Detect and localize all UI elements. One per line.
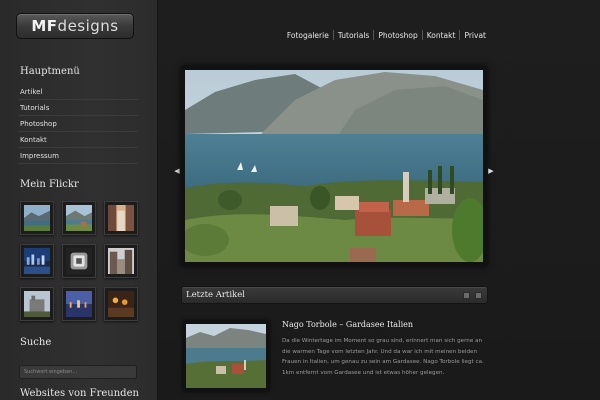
featured-slider[interactable]	[181, 66, 487, 266]
article-title[interactable]: Nago Torbole – Gardasee Italien	[282, 320, 413, 329]
flickr-grid	[20, 201, 138, 321]
latest-articles-heading: Letzte Artikel	[186, 290, 245, 300]
castle-ruin-image	[24, 291, 50, 317]
lake-mountains-image	[66, 205, 92, 231]
nago-torbole-image	[186, 324, 266, 388]
main-menu: Artikel Tutorials Photoshop Kontakt Impr…	[18, 84, 138, 164]
nav-fotogalerie[interactable]: Fotogalerie	[283, 31, 333, 40]
flickr-thumb[interactable]	[62, 287, 96, 321]
canyon-street-image	[108, 205, 134, 231]
flickr-thumb[interactable]	[20, 201, 54, 235]
main-menu-heading: Hauptmenü	[20, 66, 80, 77]
menu-item-tutorials[interactable]: Tutorials	[18, 100, 138, 116]
main-content: Fotogalerie Tutorials Photoshop Kontakt …	[158, 0, 600, 400]
latest-articles-bar: Letzte Artikel	[181, 286, 488, 304]
search-input[interactable]	[19, 365, 137, 379]
nav-kontakt[interactable]: Kontakt	[423, 31, 460, 40]
lake-landscape-image	[24, 205, 50, 231]
sidebar: MF designs Hauptmenü Artikel Tutorials Ph…	[0, 0, 158, 400]
arrow-right-icon[interactable]: ▶	[487, 166, 495, 176]
flickr-thumb[interactable]	[20, 244, 54, 278]
flickr-thumb[interactable]	[20, 287, 54, 321]
city-skyline-night-image	[24, 248, 50, 274]
logo-part-mf: MF	[31, 17, 58, 35]
friends-heading: Websites von Freunden	[20, 388, 139, 399]
city-dusk-image	[66, 291, 92, 317]
nav-photoshop[interactable]: Photoshop	[374, 31, 421, 40]
flickr-heading: Mein Flickr	[20, 179, 79, 190]
article-thumbnail[interactable]	[183, 321, 269, 391]
search-heading: Suche	[20, 337, 52, 348]
logo-part-designs: designs	[57, 17, 119, 35]
flickr-thumb[interactable]	[62, 244, 96, 278]
site-logo[interactable]: MF designs	[16, 13, 134, 39]
menu-item-impressum[interactable]: Impressum	[18, 148, 138, 164]
tunnel-interior-image	[66, 248, 92, 274]
flickr-thumb[interactable]	[104, 287, 138, 321]
menu-item-photoshop[interactable]: Photoshop	[18, 116, 138, 132]
lake-garda-village-image	[185, 70, 483, 262]
street-buildings-image	[108, 248, 134, 274]
top-navigation: Fotogalerie Tutorials Photoshop Kontakt …	[283, 30, 490, 40]
pagination-dot-2[interactable]	[475, 292, 482, 299]
flickr-thumb[interactable]	[104, 201, 138, 235]
flickr-thumb[interactable]	[62, 201, 96, 235]
flickr-thumb[interactable]	[104, 244, 138, 278]
menu-item-kontakt[interactable]: Kontakt	[18, 132, 138, 148]
article-excerpt: Da die Wintertage im Moment so grau sind…	[282, 338, 484, 376]
menu-item-artikel[interactable]: Artikel	[18, 84, 138, 100]
arrow-left-icon[interactable]: ◀	[173, 166, 181, 176]
nav-privat[interactable]: Privat	[460, 31, 490, 40]
pagination-dot-1[interactable]	[463, 292, 470, 299]
interior-lights-image	[108, 291, 134, 317]
nav-tutorials[interactable]: Tutorials	[334, 31, 373, 40]
